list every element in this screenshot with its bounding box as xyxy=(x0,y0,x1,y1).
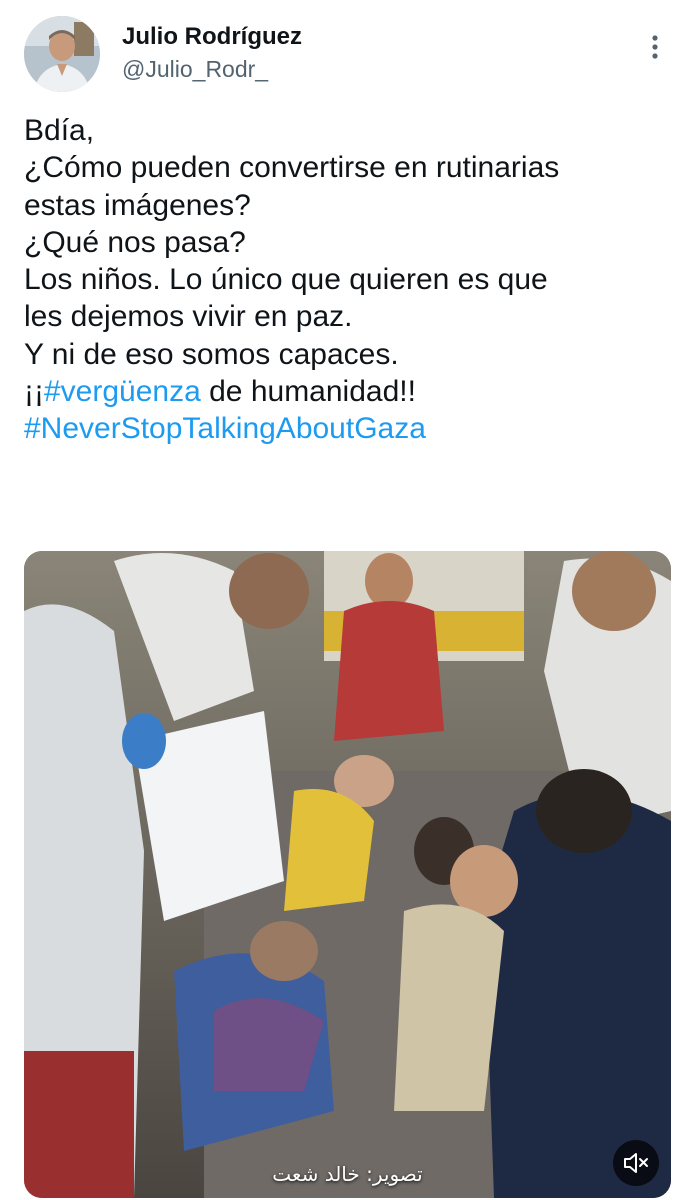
tweet-line: Los niños. Lo único que quieren es que xyxy=(24,263,548,297)
author-handle[interactable]: @Julio_Rodr_ xyxy=(122,54,302,84)
tweet-line-hashtag: ¡¡#vergüenza de humanidad!! xyxy=(24,373,674,410)
tweet-line: Bdía, xyxy=(24,114,95,147)
tweet-line: ¿Cómo pueden convertirse en rutinarias xyxy=(24,151,560,185)
hashtag-prefix: ¡¡ xyxy=(24,375,44,409)
hashtag-verguenza-link[interactable]: #vergüenza xyxy=(44,375,201,408)
tweet-text: Bdía, ¿Cómo pueden convertirse en rutina… xyxy=(24,112,674,448)
speaker-muted-icon xyxy=(624,1153,648,1173)
more-vertical-icon[interactable] xyxy=(640,32,670,62)
tweet-line: Y ni de eso somos capaces. xyxy=(24,337,399,371)
hashtag-suffix: de humanidad!! xyxy=(200,375,416,409)
tweet-video[interactable]: تصوير: خالد شعت xyxy=(24,551,671,1198)
author-names: Julio Rodríguez @Julio_Rodr_ xyxy=(122,22,302,84)
author-avatar[interactable] xyxy=(24,16,100,92)
avatar-photo xyxy=(24,16,100,92)
tweet-header: Julio Rodríguez @Julio_Rodr_ xyxy=(0,0,695,100)
tweet-line: les dejemos vivir en paz. xyxy=(24,300,353,334)
video-caption: تصوير: خالد شعت xyxy=(272,1162,423,1186)
mute-button[interactable] xyxy=(613,1140,659,1186)
video-frame xyxy=(24,551,671,1198)
hashtag-neverstoptalking-link[interactable]: #NeverStopTalkingAboutGaza xyxy=(24,410,674,447)
author-display-name[interactable]: Julio Rodríguez xyxy=(122,22,302,52)
tweet-line: ¿Qué nos pasa? xyxy=(24,225,246,259)
tweet-line: estas imágenes? xyxy=(24,188,251,222)
